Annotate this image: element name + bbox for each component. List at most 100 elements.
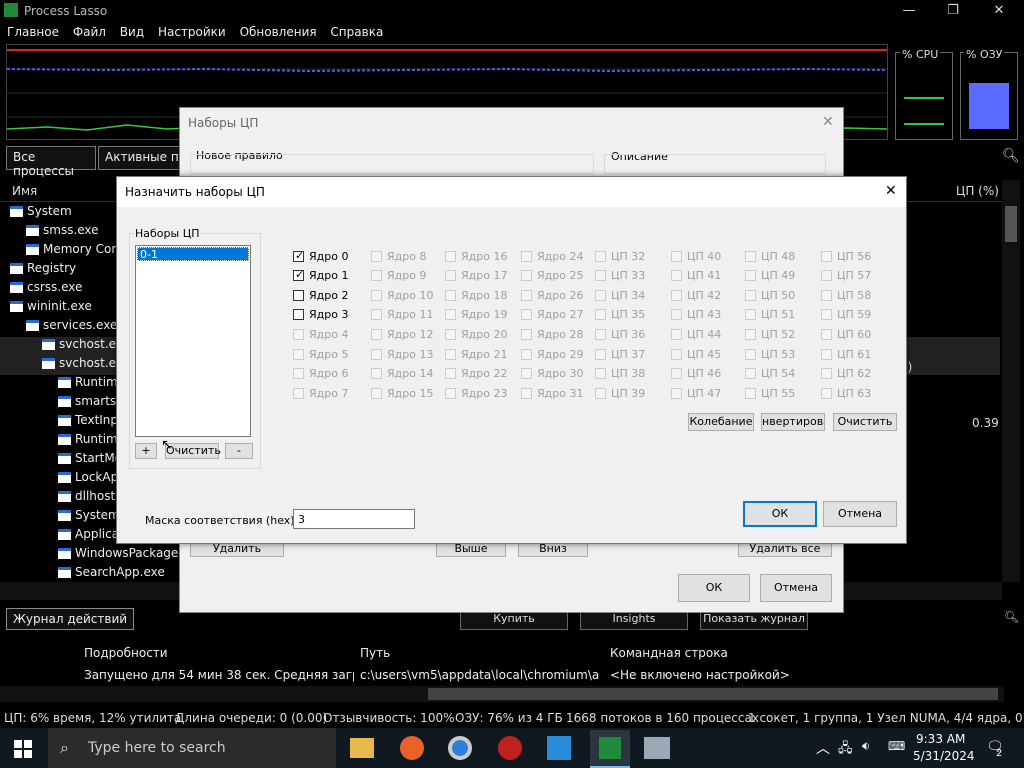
store-icon[interactable] (547, 736, 571, 760)
taskbar-search-box[interactable]: ⌕ Type here to search (48, 728, 336, 768)
cpu-sets-dialog-close-icon[interactable]: ✕ (822, 114, 834, 130)
add-set-button[interactable]: + (135, 443, 157, 459)
core-label: ЦП 43 (687, 308, 722, 322)
mask-input[interactable] (293, 509, 415, 529)
core-label: ЦП 59 (837, 308, 872, 322)
tab-action-log[interactable]: Журнал действий (6, 608, 135, 630)
checkbox-unchecked-icon (293, 387, 304, 399)
chevron-up-icon[interactable]: ︿ (816, 738, 830, 758)
core-checkbox[interactable]: ✓ Ядро 0 (293, 249, 348, 267)
core-checkbox: ЦП 35 (595, 308, 645, 326)
menu-bar: Главное Файл Вид Настройки Обновления Сп… (0, 22, 1024, 42)
checkbox-unchecked-icon (595, 289, 606, 301)
assign-cancel-button[interactable]: Отмена (823, 501, 897, 527)
assign-cpu-sets-dialog: Назначить наборы ЦП ✕ Наборы ЦП 0-1 + Оч… (116, 176, 907, 544)
assign-ok-button[interactable]: ОК (743, 501, 817, 527)
log-hscroll-thumb[interactable] (428, 688, 998, 700)
process-name: Registry (27, 261, 77, 275)
log-search-icon[interactable]: 🔍︎ (1004, 610, 1019, 624)
checkbox-unchecked-icon (821, 309, 832, 321)
firefox-icon[interactable] (400, 736, 424, 760)
core-checkbox: Ядро 22 (445, 367, 507, 385)
core-label: Ядро 5 (309, 347, 349, 361)
close-button[interactable]: ✕ (976, 0, 1022, 22)
wobble-button[interactable]: Колебание (688, 413, 754, 431)
tab-all-processes[interactable]: Все процессы (6, 146, 96, 178)
remove-set-button[interactable]: - (225, 443, 253, 459)
cpu-sets-cancel-button[interactable]: Отмена (760, 574, 832, 602)
core-label: Ядро 21 (461, 347, 508, 361)
menu-settings[interactable]: Настройки (158, 22, 226, 42)
core-checkbox[interactable]: Ядро 2 (293, 288, 348, 306)
cpu-sets-list-item[interactable]: 0-1 (137, 247, 249, 261)
process-lasso-taskbar-button[interactable] (590, 730, 630, 768)
core-checkbox: ЦП 60 (821, 327, 871, 345)
clock-date[interactable]: 5/31/2024 (913, 749, 975, 763)
log-hscrollbar[interactable] (0, 686, 1004, 702)
process-window-icon (58, 529, 71, 540)
app-red-icon[interactable] (498, 736, 522, 760)
clock-time[interactable]: 9:33 AM (916, 732, 965, 746)
taskbar-search-icon: ⌕ (60, 738, 69, 757)
status-queue: Длина очереди: 0 (0.00) (175, 711, 328, 725)
assign-dialog-close-icon[interactable]: ✕ (885, 183, 897, 199)
process-window-icon (26, 244, 39, 255)
core-label: Ядро 29 (537, 347, 584, 361)
menu-view[interactable]: Вид (120, 22, 144, 42)
mouse-cursor-icon: ↖ (161, 437, 173, 453)
core-checkbox: Ядро 8 (371, 249, 426, 267)
checkbox-unchecked-icon (671, 368, 682, 380)
process-name: csrss.exe (27, 280, 83, 294)
tab-active-processes[interactable]: Активные про (98, 146, 188, 170)
core-label: Ядро 14 (387, 367, 434, 381)
log-col-details[interactable]: Подробности (84, 646, 168, 660)
vertical-scrollbar[interactable] (1002, 180, 1020, 582)
status-cpu: ЦП: 6% время, 12% утилита (4, 711, 182, 725)
checkbox-unchecked-icon (745, 368, 756, 380)
vertical-scroll-thumb[interactable] (1005, 206, 1017, 242)
chromium-icon[interactable] (448, 736, 472, 760)
cpu-sets-listbox[interactable]: 0-1 (135, 245, 251, 437)
core-checkbox[interactable]: ✓ Ядро 1 (293, 268, 348, 287)
column-name[interactable]: Имя (12, 184, 37, 198)
file-explorer-icon[interactable] (350, 738, 374, 758)
core-checkbox[interactable]: Ядро 3 (293, 308, 348, 326)
log-col-path[interactable]: Путь (360, 646, 390, 660)
checkbox-unchecked-icon (371, 250, 382, 262)
menu-main[interactable]: Главное (7, 22, 59, 42)
log-col-cmdline[interactable]: Командная строка (610, 646, 728, 660)
menu-help[interactable]: Справка (330, 22, 383, 42)
checkbox-unchecked-icon (595, 309, 606, 321)
menu-file[interactable]: Файл (73, 22, 106, 42)
volume-icon[interactable]: 🔉︎ (862, 739, 870, 754)
invert-button[interactable]: нвертирова (761, 413, 825, 431)
cpu-sets-ok-button[interactable]: ОК (678, 574, 750, 602)
checkbox-checked-icon: ✓ (293, 249, 304, 262)
windows-start-icon[interactable] (14, 740, 32, 758)
ram-meter-label: % ОЗУ (964, 48, 1005, 62)
checkbox-unchecked-icon (445, 289, 456, 301)
search-icon[interactable]: 🔍︎ (1002, 148, 1020, 164)
checkbox-unchecked-icon (821, 250, 832, 262)
core-label: ЦП 38 (611, 367, 646, 381)
core-checkbox: ЦП 54 (745, 367, 795, 385)
checkbox-unchecked-icon (821, 328, 832, 340)
clear-cores-button[interactable]: Очистить (833, 413, 897, 431)
checkbox-unchecked-icon (595, 387, 606, 399)
core-checkbox: Ядро 28 (521, 327, 583, 345)
app-window-icon[interactable] (644, 737, 670, 759)
assign-dialog-title: Назначить наборы ЦП (125, 185, 265, 199)
core-label: ЦП 44 (687, 327, 722, 341)
maximize-button[interactable]: ❐ (930, 0, 976, 22)
minimize-button[interactable]: — (886, 0, 932, 22)
core-checkbox: ЦП 37 (595, 347, 645, 365)
core-label: ЦП 58 (837, 288, 872, 302)
menu-updates[interactable]: Обновления (240, 22, 317, 42)
column-cpu[interactable]: ЦП (%) (956, 184, 999, 198)
checkbox-unchecked-icon (521, 309, 532, 321)
network-icon[interactable]: 🖧 (838, 739, 853, 761)
process-window-icon (10, 263, 23, 274)
keyboard-icon[interactable]: ⌨ (888, 739, 905, 753)
clear-set-button[interactable]: Очистить (165, 443, 221, 459)
process-window-icon (26, 320, 39, 331)
